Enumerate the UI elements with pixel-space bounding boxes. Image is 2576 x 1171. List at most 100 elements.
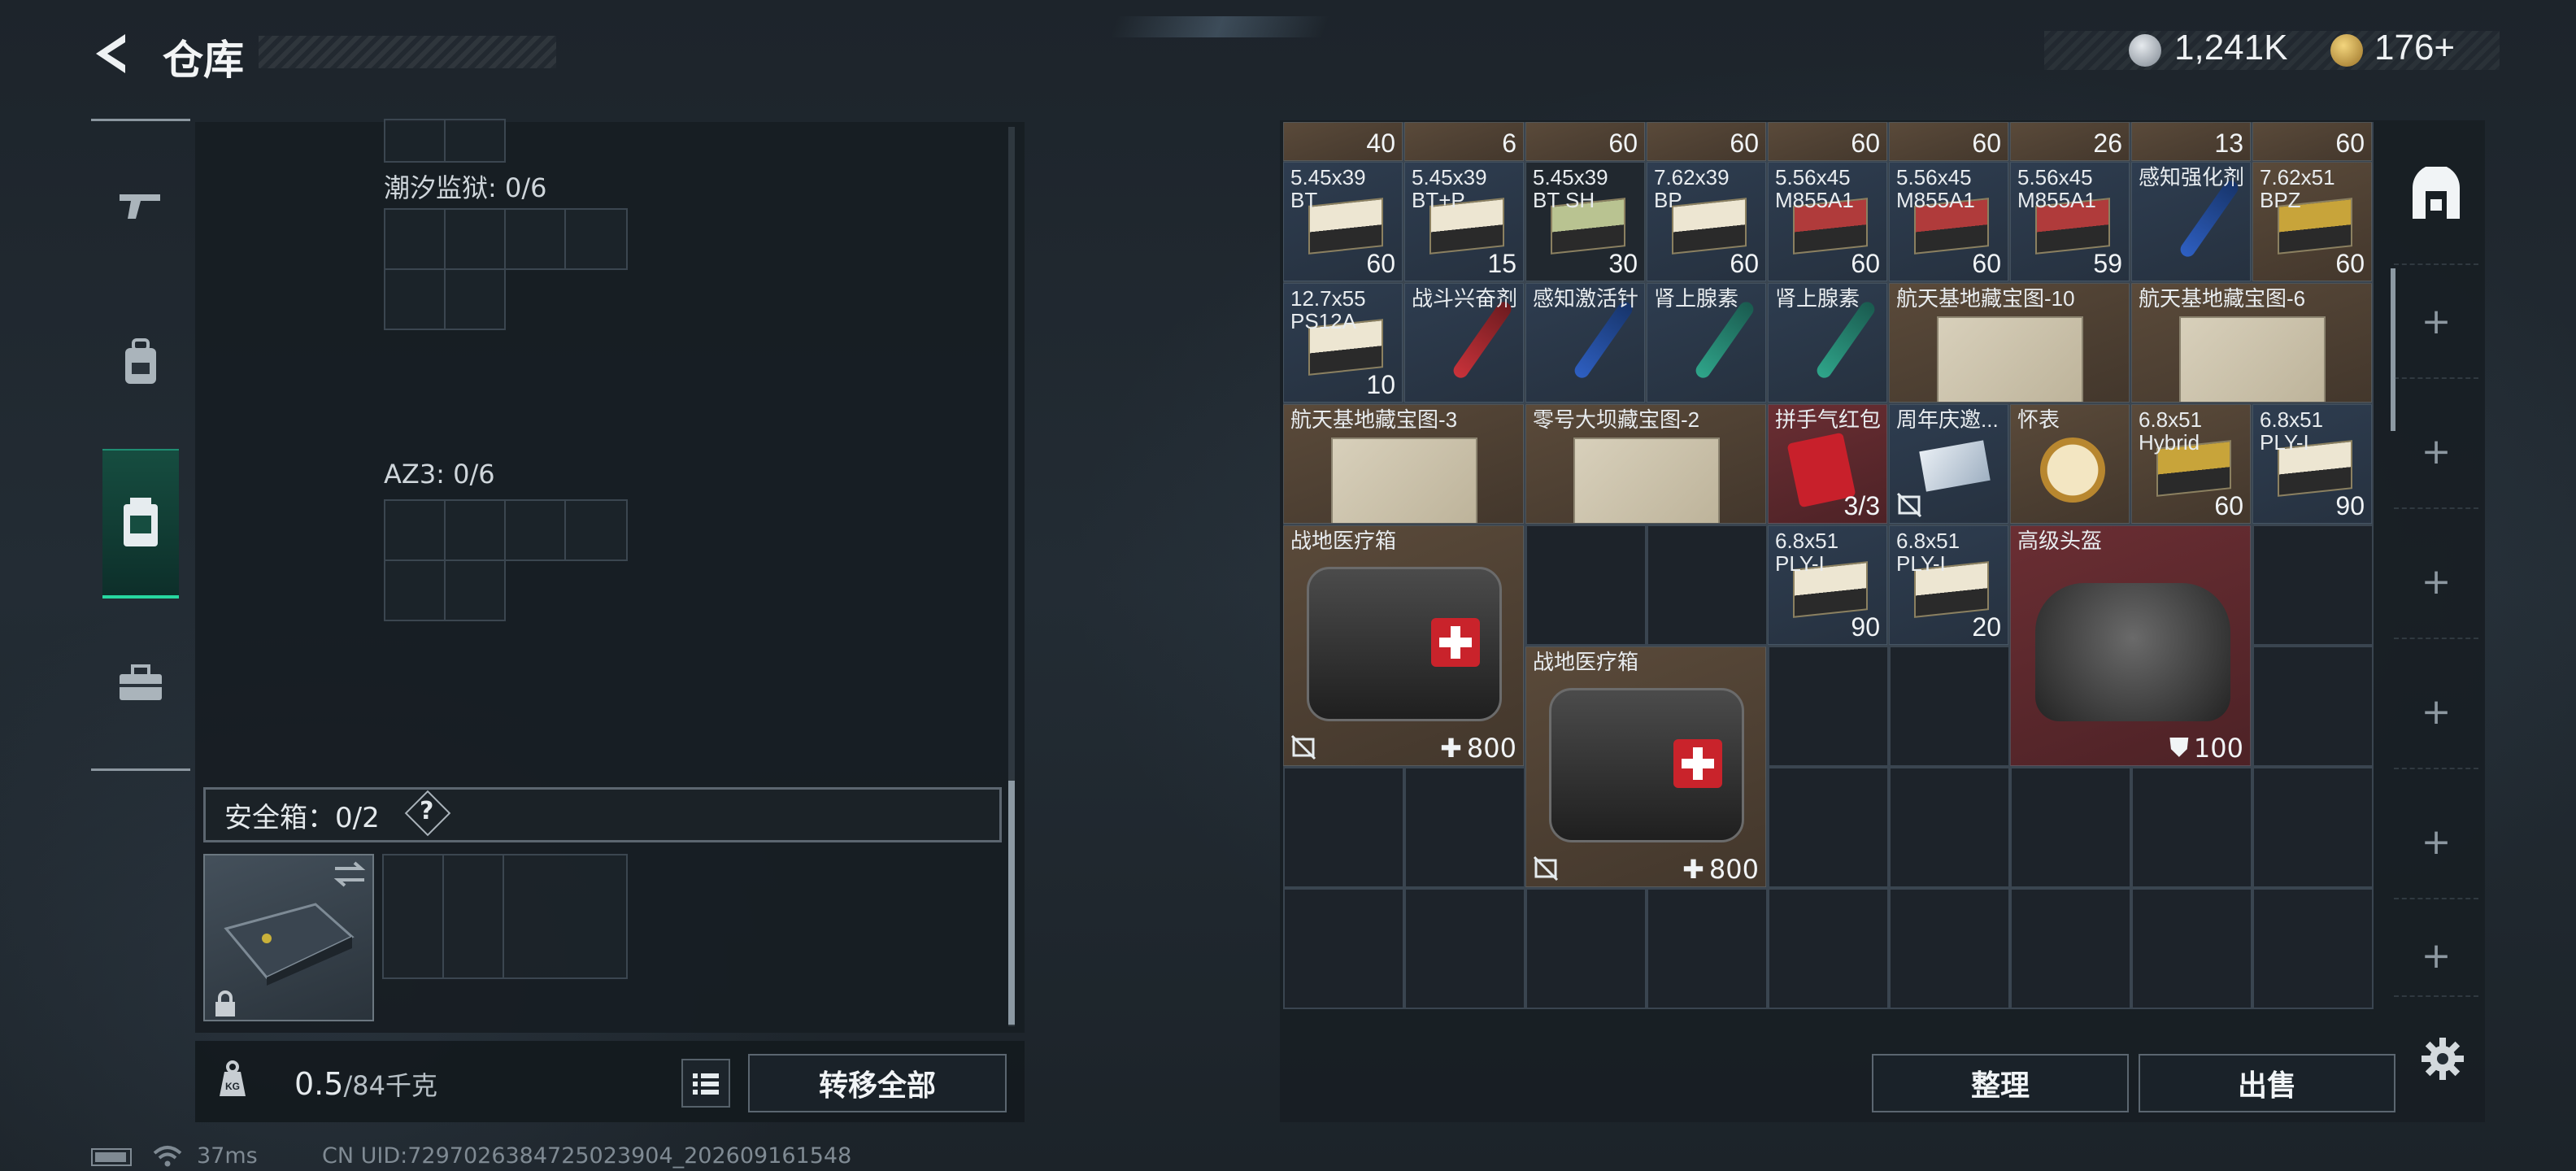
stash-item-partial[interactable]: 26	[2010, 122, 2130, 161]
stash-cell[interactable]	[2010, 767, 2131, 888]
left-scrollbar-thumb[interactable]	[1008, 781, 1015, 1025]
stash-item[interactable]: 零号大坝藏宝图-2	[1525, 404, 1766, 524]
item-count: 20	[1972, 612, 2001, 642]
stash-item[interactable]: 5.45x39 BT SH 30	[1525, 162, 1645, 281]
grid-slot[interactable]	[384, 559, 446, 621]
stash-item[interactable]: 高级头盔 ⛊ 100	[2010, 525, 2251, 766]
stash-item[interactable]: 7.62x51 BPZ 60	[2252, 162, 2372, 281]
stash-item[interactable]: 5.56x45 M855A1 60	[1768, 162, 1887, 281]
grid-slot[interactable]	[384, 119, 446, 163]
stash-cell[interactable]	[1889, 767, 2010, 888]
stash-cell[interactable]	[2252, 888, 2374, 1009]
grid-slot[interactable]	[444, 208, 506, 270]
stash-item[interactable]: 12.7x55 PS12A 10	[1283, 283, 1403, 403]
grid-slot[interactable]	[504, 208, 566, 270]
grid-slot[interactable]	[384, 208, 446, 270]
gold-amount[interactable]: 176+	[2374, 28, 2455, 68]
stash-cell[interactable]	[2131, 888, 2252, 1009]
stash-item-partial[interactable]: 60	[1889, 122, 2008, 161]
stash-item[interactable]: 7.62x39 BP 60	[1647, 162, 1766, 281]
stash-item[interactable]: 5.45x39 BT+P 15	[1404, 162, 1524, 281]
gear-icon[interactable]	[2420, 1036, 2465, 1082]
grid-slot[interactable]	[384, 268, 446, 330]
sort-button[interactable]: 整理	[1872, 1054, 2129, 1112]
stash-item-partial[interactable]: 60	[1525, 122, 1645, 161]
stash-item[interactable]: 感知强化剂	[2131, 162, 2251, 281]
stash-cell[interactable]	[2252, 767, 2374, 888]
grid-slot[interactable]	[503, 854, 628, 979]
grid-slot[interactable]	[442, 854, 504, 979]
stash-tab-add[interactable]: +	[2394, 786, 2478, 899]
stash-item-partial[interactable]: 13	[2131, 122, 2251, 161]
back-arrow-icon[interactable]	[88, 29, 137, 78]
grid-slot[interactable]	[384, 499, 446, 561]
stash-cell[interactable]	[1647, 525, 1768, 646]
stash-tab-add[interactable]: +	[2394, 395, 2478, 509]
stash-item-partial[interactable]: 40	[1283, 122, 1403, 161]
stash-tab-add[interactable]: +	[2394, 655, 2478, 769]
stash-item[interactable]: 战地医疗箱 ✚ 800	[1283, 525, 1524, 766]
grid-slot[interactable]	[564, 208, 628, 270]
nav-vest[interactable]	[102, 449, 179, 599]
stash-cell[interactable]	[2252, 525, 2374, 646]
stash-item-partial[interactable]: 6	[1404, 122, 1524, 161]
stash-cell[interactable]	[1647, 888, 1768, 1009]
stash-cell[interactable]	[1525, 888, 1647, 1009]
nav-backpack[interactable]	[102, 314, 179, 411]
nav-gun[interactable]	[102, 155, 179, 252]
transfer-all-button[interactable]: 转移全部	[748, 1054, 1007, 1112]
stash-cell[interactable]	[2131, 767, 2252, 888]
stash-item[interactable]: 肾上腺素	[1768, 283, 1887, 403]
nav-toolbox[interactable]	[102, 634, 179, 732]
stash-cell[interactable]	[1404, 888, 1525, 1009]
stash-cell[interactable]	[1283, 767, 1404, 888]
grid-slot[interactable]	[382, 854, 444, 979]
stash-cell[interactable]	[1768, 646, 1889, 767]
stash-cell[interactable]	[1889, 888, 2010, 1009]
stash-tab-add[interactable]: +	[2394, 265, 2478, 379]
list-view-button[interactable]	[681, 1059, 730, 1108]
grid-slot[interactable]	[504, 499, 566, 561]
stash-item[interactable]: 航天基地藏宝图-6	[2131, 283, 2372, 403]
item-count: 60	[1730, 249, 1759, 278]
stash-item-partial[interactable]: 60	[1768, 122, 1887, 161]
grid-slot[interactable]	[564, 499, 628, 561]
stash-item[interactable]: 5.45x39 BT 60	[1283, 162, 1403, 281]
stash-cell[interactable]	[1768, 888, 1889, 1009]
stash-item[interactable]: 肾上腺素	[1647, 283, 1766, 403]
stash-item[interactable]: 战地医疗箱 ✚ 800	[1525, 646, 1766, 887]
stash-cell[interactable]	[1889, 646, 2010, 767]
stash-item[interactable]: 5.56x45 M855A1 60	[1889, 162, 2008, 281]
stash-cell[interactable]	[1768, 767, 1889, 888]
stash-item[interactable]: 怀表	[2010, 404, 2130, 524]
stash-tab-main[interactable]	[2394, 127, 2478, 265]
grid-slot[interactable]	[444, 119, 506, 163]
stash-tab-add[interactable]: +	[2394, 916, 2478, 997]
grid-slot[interactable]	[444, 499, 506, 561]
stash-item[interactable]: 周年庆邀...	[1889, 404, 2008, 524]
stash-item-partial[interactable]: 60	[2252, 122, 2372, 161]
stash-item-partial[interactable]: 60	[1647, 122, 1766, 161]
stash-cell[interactable]	[1404, 767, 1525, 888]
stash-item[interactable]: 6.8x51 PLY-I 20	[1889, 525, 2008, 645]
stash-item[interactable]: 战斗兴奋剂	[1404, 283, 1524, 403]
stash-item[interactable]: 拼手气红包 3/3	[1768, 404, 1887, 524]
safebox-item[interactable]	[203, 854, 374, 1021]
stash-item[interactable]: 感知激活针	[1525, 283, 1645, 403]
stash-cell[interactable]	[1283, 888, 1404, 1009]
stash-cell[interactable]	[2010, 888, 2131, 1009]
stash-cell[interactable]	[1525, 525, 1647, 646]
stash-item[interactable]: 5.56x45 M855A1 59	[2010, 162, 2130, 281]
stash-tab-add[interactable]: +	[2394, 525, 2478, 639]
grid-slot[interactable]	[444, 559, 506, 621]
sell-button[interactable]: 出售	[2139, 1054, 2395, 1112]
stash-item[interactable]: 航天基地藏宝图-10	[1889, 283, 2130, 403]
grid-slot[interactable]	[444, 268, 506, 330]
item-name: 航天基地藏宝图-6	[2139, 286, 2306, 311]
stash-item[interactable]: 6.8x51 Hybrid 60	[2131, 404, 2251, 524]
stash-item[interactable]: 6.8x51 PLY-I 90	[2252, 404, 2372, 524]
stash-item[interactable]: 航天基地藏宝图-3	[1283, 404, 1524, 524]
stash-item[interactable]: 6.8x51 PLY-I 90	[1768, 525, 1887, 645]
swap-icon[interactable]	[332, 860, 368, 888]
stash-cell[interactable]	[2252, 646, 2374, 767]
